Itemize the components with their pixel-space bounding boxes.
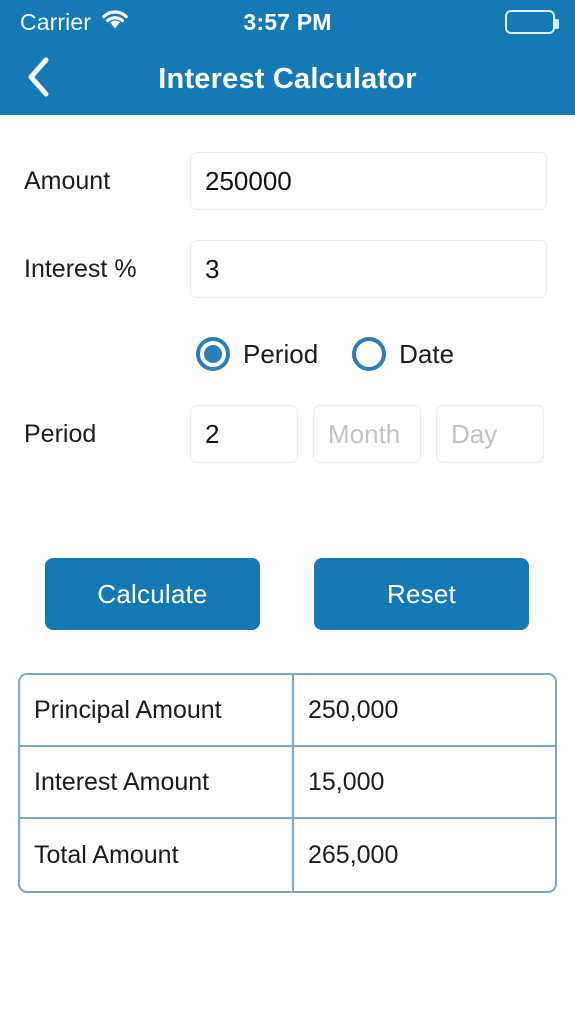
interest-label: Interest % [24,254,137,283]
carrier-label: Carrier [20,8,91,35]
radio-option-date[interactable]: Date [352,337,454,371]
chevron-left-icon [25,56,51,103]
amount-label: Amount [24,166,111,195]
battery-full-icon [505,10,560,34]
principal-amount-label: Principal Amount [20,675,294,745]
action-button-row: Calculate Reset [0,558,575,630]
radio-label-period: Period [243,338,319,369]
status-bar: Carrier 3:57 PM [0,0,575,44]
period-row: Period [0,405,575,463]
interest-amount-value: 15,000 [308,767,385,796]
total-amount-label: Total Amount [20,819,294,891]
radio-unselected-icon [352,337,387,371]
status-bar-right [332,10,560,34]
total-amount-value: 265,000 [308,840,399,869]
period-input-group [190,405,544,463]
interest-amount-label: Interest Amount [20,747,294,817]
period-label: Period [24,419,97,448]
amount-input[interactable] [190,152,547,210]
nav-bar: Interest Calculator [0,44,575,115]
interest-input[interactable] [190,240,547,298]
principal-amount-value: 250,000 [308,695,399,724]
period-day-input[interactable] [436,405,544,463]
wifi-icon [101,9,129,35]
mode-radio-group: Period Date [0,337,575,371]
table-row: Total Amount 265,000 [20,819,555,891]
back-button[interactable] [8,44,68,115]
radio-option-period[interactable]: Period [196,337,318,371]
interest-row: Interest % [0,239,575,299]
form-content: Amount Interest % Period Date Period [0,151,575,893]
period-year-input[interactable] [190,405,298,463]
calculate-button[interactable]: Calculate [45,558,260,630]
amount-row: Amount [0,151,575,211]
reset-button[interactable]: Reset [314,558,529,630]
table-row: Principal Amount 250,000 [20,675,555,747]
results-table: Principal Amount 250,000 Interest Amount… [18,673,557,893]
radio-selected-icon [196,337,230,371]
status-bar-time: 3:57 PM [243,8,332,35]
table-row: Interest Amount 15,000 [20,747,555,819]
status-bar-left: Carrier [20,9,243,36]
period-month-input[interactable] [313,405,421,463]
page-title: Interest Calculator [158,63,417,95]
radio-label-date: Date [399,338,455,369]
app-screen: Carrier 3:57 PM Interest Calculator Amou… [0,0,575,1021]
